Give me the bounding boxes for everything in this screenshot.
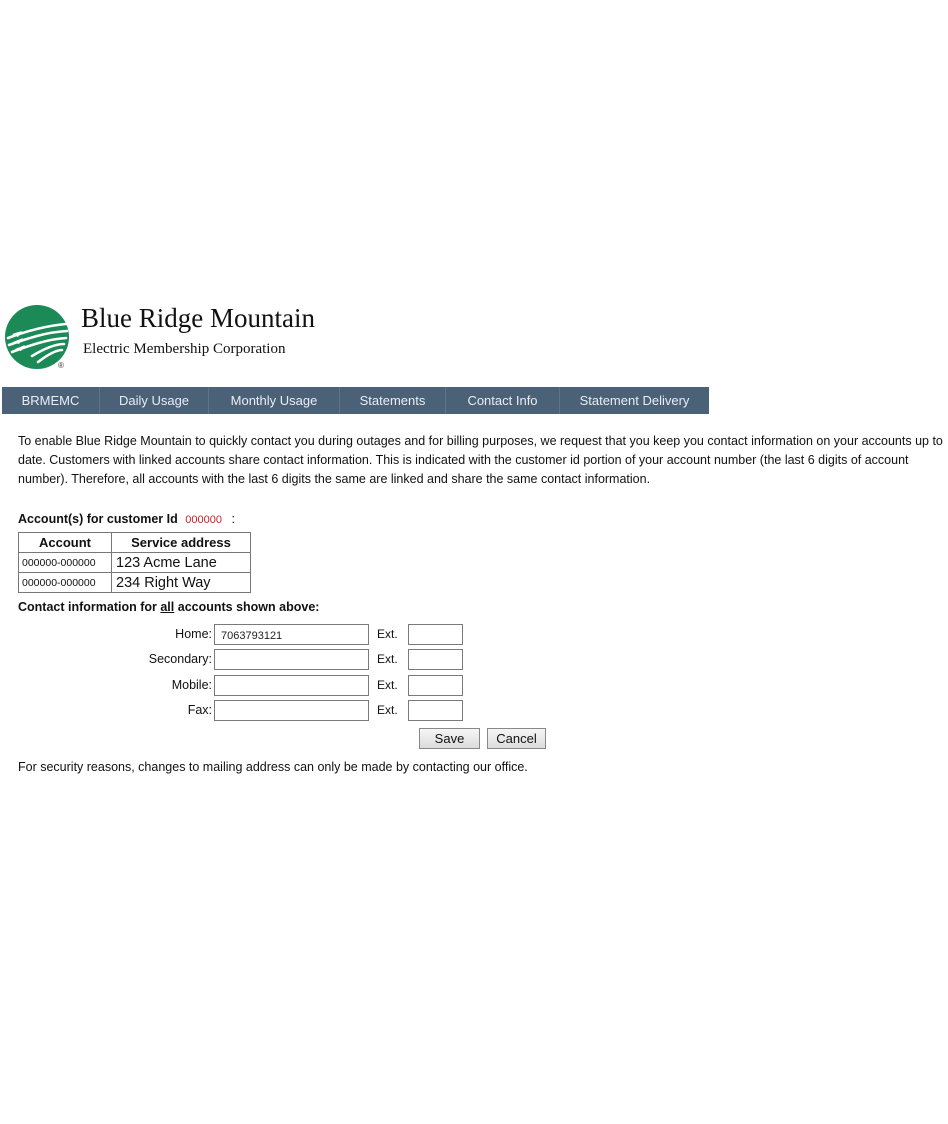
- mobile-phone-label: Mobile:: [171, 678, 212, 692]
- column-header-service-address: Service address: [111, 532, 251, 553]
- fax-ext-input[interactable]: [408, 699, 463, 721]
- secondary-phone-label: Secondary:: [148, 652, 212, 666]
- secondary-ext-input[interactable]: [408, 648, 463, 670]
- brand-subtitle: Electric Membership Corporation: [83, 341, 286, 357]
- nav-item-brmemc[interactable]: BRMEMC: [2, 387, 100, 414]
- intro-text: To enable Blue Ridge Mountain to quickly…: [18, 434, 943, 486]
- accounts-heading-label: Account(s) for customer Id: [18, 512, 178, 526]
- mobile-phone-input[interactable]: [214, 674, 369, 696]
- cancel-button[interactable]: Cancel: [487, 728, 546, 749]
- accounts-table: Account Service address 000000-000000 12…: [18, 532, 251, 593]
- home-phone-input[interactable]: [214, 623, 369, 645]
- mobile-phone-row: Mobile: Ext.: [100, 674, 463, 696]
- contact-heading: Contact information for all accounts sho…: [18, 600, 319, 614]
- fax-ext-label: Ext.: [377, 703, 398, 717]
- customer-id: 000000: [185, 514, 222, 526]
- accounts-heading-colon: :: [231, 512, 235, 526]
- mobile-ext-input[interactable]: [408, 674, 463, 696]
- fax-row: Fax: Ext.: [100, 699, 463, 721]
- table-header-row: Account Service address: [18, 532, 251, 553]
- registered-mark: ®: [58, 361, 64, 370]
- home-ext-label: Ext.: [377, 627, 398, 641]
- mobile-ext-label: Ext.: [377, 678, 398, 692]
- main-nav: BRMEMC Daily Usage Monthly Usage Stateme…: [2, 387, 709, 414]
- fax-input[interactable]: [214, 699, 369, 721]
- fax-label: Fax:: [187, 703, 212, 717]
- contact-heading-post: accounts shown above:: [174, 600, 320, 614]
- table-row: 000000-000000 234 Right Way: [18, 572, 251, 593]
- nav-item-statement-delivery[interactable]: Statement Delivery: [560, 387, 709, 414]
- table-row: 000000-000000 123 Acme Lane: [18, 552, 251, 573]
- nav-item-daily-usage[interactable]: Daily Usage: [100, 387, 209, 414]
- nav-item-contact-info[interactable]: Contact Info: [446, 387, 560, 414]
- account-number: 000000-000000: [18, 572, 112, 593]
- accounts-heading: Account(s) for customer Id 000000 :: [18, 512, 235, 526]
- account-number: 000000-000000: [18, 552, 112, 573]
- contact-heading-pre: Contact information for: [18, 600, 161, 614]
- nav-item-statements[interactable]: Statements: [340, 387, 446, 414]
- service-address: 234 Right Way: [111, 572, 251, 593]
- security-note: For security reasons, changes to mailing…: [18, 760, 528, 774]
- secondary-ext-label: Ext.: [377, 652, 398, 666]
- brand-title: Blue Ridge Mountain: [81, 303, 315, 333]
- secondary-phone-input[interactable]: [214, 648, 369, 670]
- home-ext-input[interactable]: [408, 623, 463, 645]
- column-header-account: Account: [18, 532, 112, 553]
- contact-heading-emphasis: all: [160, 600, 175, 614]
- secondary-phone-row: Secondary: Ext.: [100, 648, 463, 670]
- nav-item-monthly-usage[interactable]: Monthly Usage: [209, 387, 340, 414]
- service-address: 123 Acme Lane: [111, 552, 251, 573]
- home-phone-label: Home:: [175, 627, 212, 641]
- home-phone-row: Home: Ext.: [100, 623, 463, 645]
- save-button[interactable]: Save: [419, 728, 480, 749]
